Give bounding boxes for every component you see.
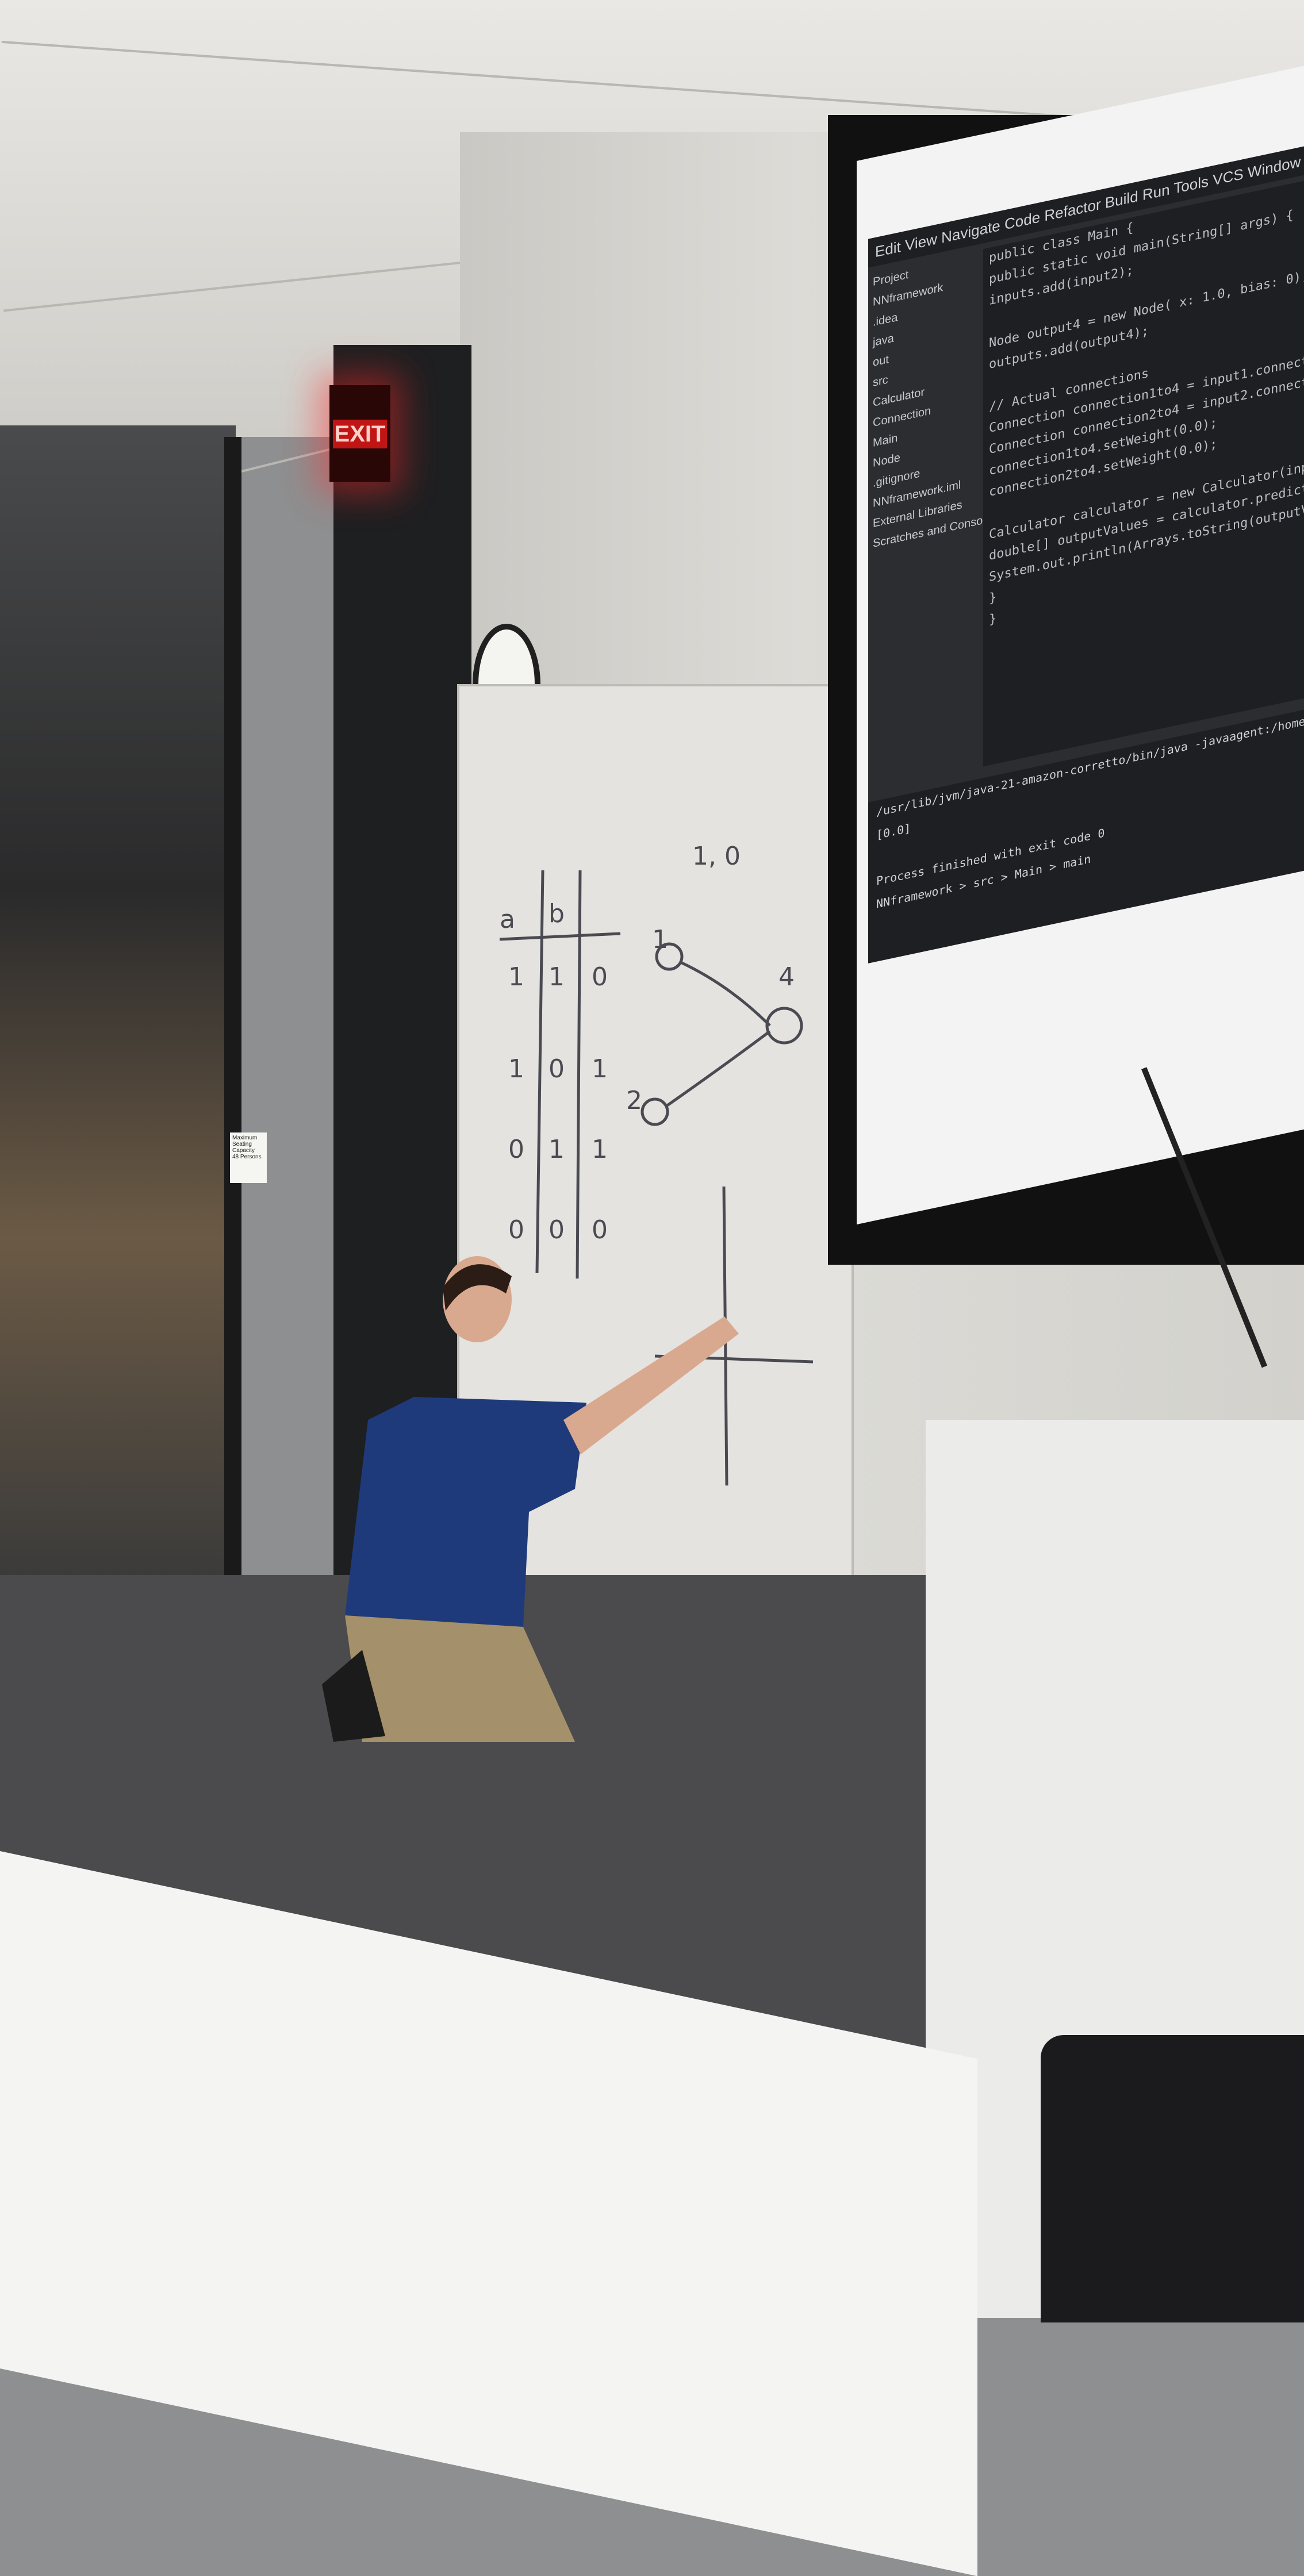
table-cell: 1 — [549, 1135, 565, 1164]
table-cell: 0 — [508, 1215, 524, 1245]
table-header-a: a — [500, 905, 515, 934]
exit-sign: EXIT — [329, 385, 390, 482]
project-panel: Project NNframework .idea java out src C… — [868, 250, 998, 791]
table-cell: 1 — [592, 1135, 608, 1164]
ide-window: Edit View Navigate Code Refactor Build R… — [868, 144, 1304, 963]
node-label-2: 2 — [626, 1086, 642, 1115]
table-header-b: b — [549, 899, 565, 928]
exit-sign-text: EXIT — [333, 420, 387, 448]
room-sign-line3: 48 Persons — [232, 1154, 262, 1160]
glass-wall — [0, 425, 236, 1587]
table-cell: 1 — [549, 962, 565, 992]
projector-screen: Edit View Navigate Code Refactor Build R… — [857, 66, 1304, 1225]
room-capacity-sign: Maximum Seating Capacity 48 Persons — [230, 1132, 267, 1183]
table-cell: 1 — [508, 1054, 524, 1084]
table-cell: 1 — [592, 1054, 608, 1084]
student-shirt — [345, 1397, 586, 1627]
student-at-whiteboard — [322, 1256, 739, 1742]
room-sign-line1: Maximum — [232, 1135, 258, 1141]
table-cell: 1 — [508, 962, 524, 992]
code-editor: public class Main { public static void m… — [983, 181, 1304, 767]
room-sign-line2: Seating Capacity — [232, 1141, 255, 1154]
glass-frame — [224, 437, 241, 1621]
table-cell: 0 — [549, 1215, 565, 1245]
node-label-1: 1 — [652, 925, 668, 954]
student-arm — [563, 1316, 739, 1454]
table-cell: 0 — [508, 1135, 524, 1164]
weights-label: 1, 0 — [692, 842, 741, 871]
table-cell: 0 — [592, 1215, 608, 1245]
table-cell: 0 — [592, 962, 608, 992]
node-label-4: 4 — [778, 962, 795, 992]
table-cell: 0 — [549, 1054, 565, 1084]
laptop — [1041, 2035, 1304, 2322]
